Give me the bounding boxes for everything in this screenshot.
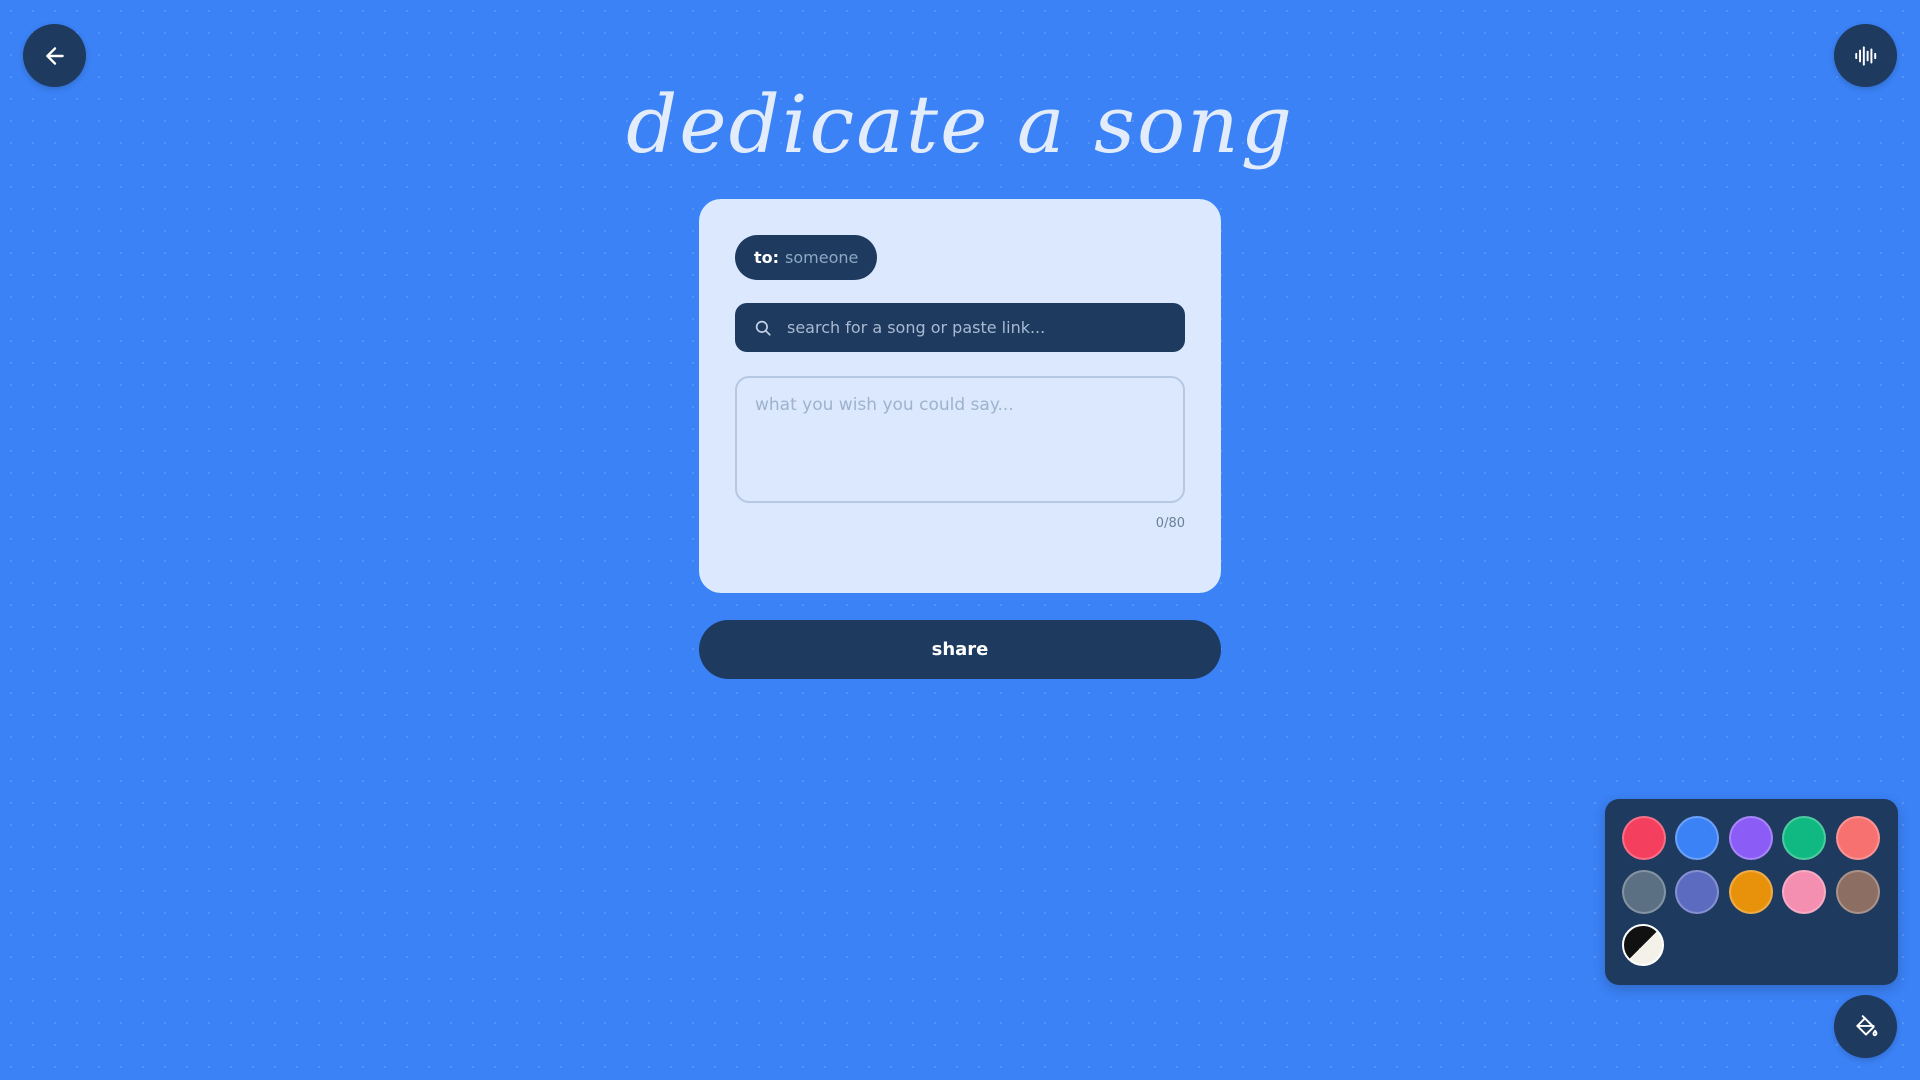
message-field[interactable] xyxy=(735,376,1185,503)
color-swatch-purple[interactable] xyxy=(1729,816,1773,860)
dedication-card: to: someone 0/80 xyxy=(699,199,1221,593)
audio-waveform-icon xyxy=(1854,45,1876,66)
paint-bucket-icon xyxy=(1855,1014,1877,1036)
recipient-label: to: xyxy=(754,248,780,267)
song-search-bar[interactable] xyxy=(735,303,1185,352)
search-icon xyxy=(755,320,771,336)
color-swatch-pink[interactable] xyxy=(1782,870,1826,914)
song-search-input[interactable] xyxy=(785,317,1169,338)
recipient-value[interactable]: someone xyxy=(785,248,858,267)
color-swatch-indigo[interactable] xyxy=(1675,870,1719,914)
page-title: dedicate a song xyxy=(626,78,1294,171)
contrast-toggle-icon[interactable] xyxy=(1622,924,1664,966)
share-button[interactable]: share xyxy=(699,620,1221,679)
character-counter: 0/80 xyxy=(1155,516,1185,531)
arrow-left-icon xyxy=(45,46,64,65)
color-swatch-green[interactable] xyxy=(1782,816,1826,860)
color-swatch-amber[interactable] xyxy=(1729,870,1773,914)
palette-toggle-button[interactable] xyxy=(1834,995,1897,1058)
color-swatch-blue[interactable] xyxy=(1675,816,1719,860)
color-swatch-coral[interactable] xyxy=(1836,816,1880,860)
recipient-field[interactable]: to: someone xyxy=(735,235,878,280)
theme-color-palette xyxy=(1605,799,1898,985)
color-swatch-rose[interactable] xyxy=(1622,816,1666,860)
color-swatch-brown[interactable] xyxy=(1836,870,1880,914)
color-swatch-slate[interactable] xyxy=(1622,870,1666,914)
